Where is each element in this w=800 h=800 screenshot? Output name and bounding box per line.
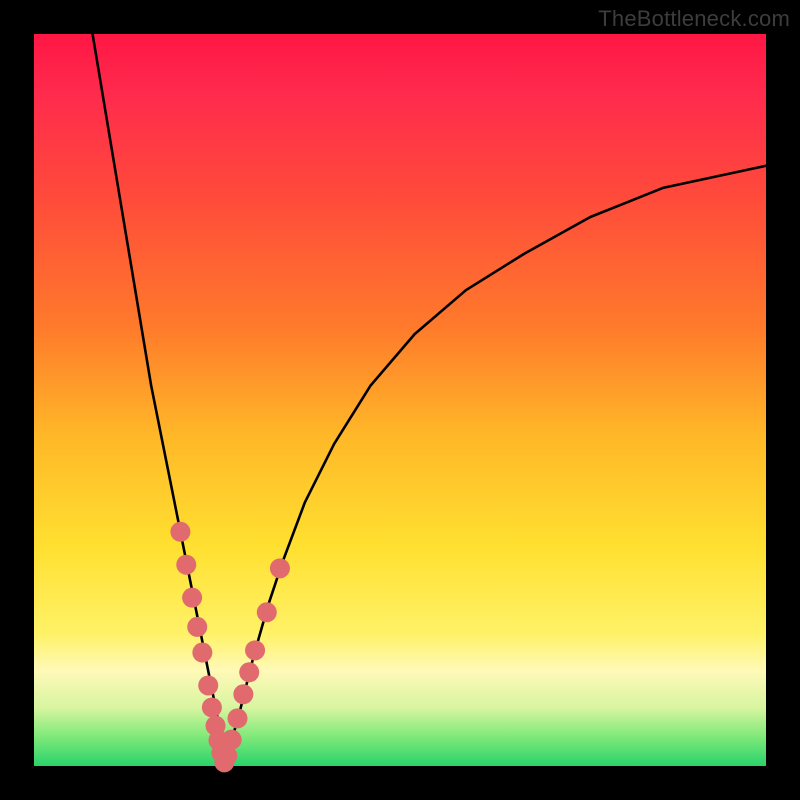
data-point	[192, 643, 212, 663]
chart-svg	[34, 34, 766, 766]
data-point	[228, 708, 248, 728]
data-point	[233, 684, 253, 704]
data-point	[270, 558, 290, 578]
data-point	[239, 662, 259, 682]
chart-frame: TheBottleneck.com	[0, 0, 800, 800]
data-point	[202, 697, 222, 717]
data-point	[222, 730, 242, 750]
data-point	[182, 588, 202, 608]
data-point	[198, 675, 218, 695]
data-point	[176, 555, 196, 575]
data-point	[170, 522, 190, 542]
data-point	[245, 640, 265, 660]
data-point	[257, 602, 277, 622]
data-point	[187, 617, 207, 637]
plot-area	[34, 34, 766, 766]
watermark-text: TheBottleneck.com	[598, 6, 790, 32]
